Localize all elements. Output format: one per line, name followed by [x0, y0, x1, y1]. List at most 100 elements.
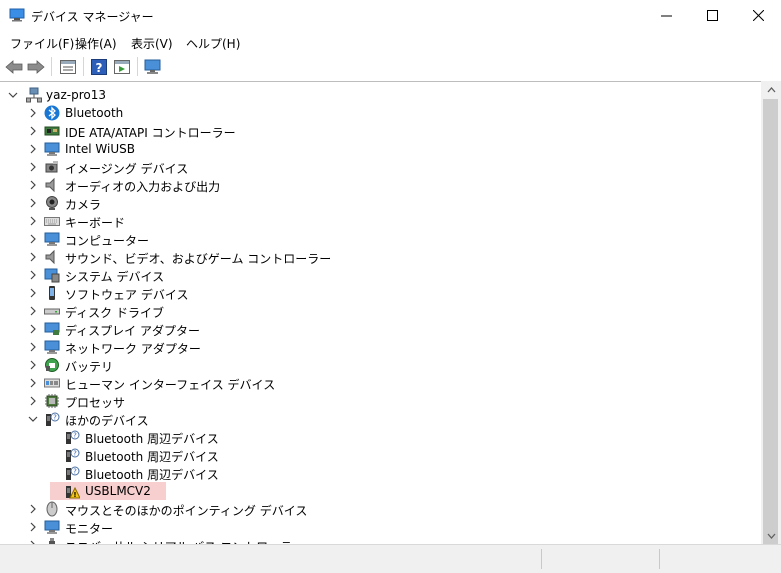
category-item[interactable]: モニター: [0, 518, 760, 536]
back-arrow-icon: [5, 59, 23, 74]
category-item[interactable]: ソフトウェア デバイス: [0, 284, 760, 302]
tree-item-label: ソフトウェア デバイス: [65, 288, 189, 302]
battery-icon: [45, 358, 59, 372]
category-item[interactable]: システム デバイス: [0, 266, 760, 284]
processor-icon: [45, 394, 59, 408]
help-icon: ?: [91, 58, 107, 75]
category-item[interactable]: サウンド、ビデオ、およびゲーム コントローラー: [0, 248, 760, 266]
computer-network-icon: [26, 87, 42, 103]
tree-root-label: yaz-pro13: [46, 88, 106, 102]
svg-text:?: ?: [96, 61, 103, 75]
category-item[interactable]: IDE ATA/ATAPI コントローラー: [0, 122, 760, 140]
menu-action[interactable]: 操作(A): [75, 35, 117, 52]
expand-chevron-icon[interactable]: [26, 502, 40, 516]
scroll-down-button[interactable]: [761, 527, 781, 544]
expand-chevron-icon[interactable]: [26, 286, 40, 300]
expand-chevron-icon[interactable]: [26, 160, 40, 174]
expand-chevron-icon[interactable]: [26, 394, 40, 408]
category-item[interactable]: ? ほかのデバイス: [0, 410, 760, 428]
device-item[interactable]: ? Bluetooth 周辺デバイス: [0, 464, 760, 482]
expand-chevron-icon[interactable]: [26, 178, 40, 192]
help-button[interactable]: ?: [89, 57, 109, 76]
category-item[interactable]: ディスク ドライブ: [0, 302, 760, 320]
category-item[interactable]: マウスとそのほかのポインティング デバイス: [0, 500, 760, 518]
expand-chevron-icon[interactable]: [26, 358, 40, 372]
toolbar-separator: [51, 57, 52, 76]
device-tree[interactable]: yaz-pro13 Bluetooth IDE ATA/ATAPI コントローラー…: [0, 81, 761, 545]
collapse-chevron-icon[interactable]: [26, 412, 40, 426]
svg-text:?: ?: [73, 432, 77, 440]
device-item[interactable]: ? Bluetooth 周辺デバイス: [0, 428, 760, 446]
disk-icon: [44, 308, 60, 315]
update-driver-button[interactable]: [112, 57, 132, 76]
tree-item-label: USBLMCV2: [85, 484, 151, 498]
expand-chevron-icon[interactable]: [26, 142, 40, 156]
expand-chevron-icon[interactable]: [26, 250, 40, 264]
category-item[interactable]: イメージング デバイス: [0, 158, 760, 176]
scan-hardware-button[interactable]: [143, 57, 163, 76]
tree-item-label: システム デバイス: [65, 270, 165, 284]
expand-chevron-icon[interactable]: [26, 340, 40, 354]
expand-chevron-icon[interactable]: [26, 106, 40, 120]
tree-item-label: ほかのデバイス: [65, 414, 149, 428]
tree-item-label: モニター: [65, 522, 114, 536]
expand-chevron-icon[interactable]: [26, 214, 40, 228]
tree-item-label: マウスとそのほかのポインティング デバイス: [65, 504, 308, 518]
device-item[interactable]: ? Bluetooth 周辺デバイス: [0, 446, 760, 464]
svg-text:?: ?: [73, 450, 77, 458]
menu-view[interactable]: 表示(V): [131, 35, 173, 52]
imaging-icon: [45, 161, 58, 173]
menu-file[interactable]: ファイル(F): [10, 35, 74, 52]
category-item[interactable]: ネットワーク アダプター: [0, 338, 760, 356]
tree-root[interactable]: yaz-pro13: [0, 86, 760, 104]
category-item[interactable]: オーディオの入力および出力: [0, 176, 760, 194]
category-item[interactable]: プロセッサ: [0, 392, 760, 410]
category-item[interactable]: ヒューマン インターフェイス デバイス: [0, 374, 760, 392]
window-title: デバイス マネージャー: [31, 10, 154, 24]
menu-help[interactable]: ヘルプ(H): [186, 35, 240, 52]
hid-icon: [44, 378, 60, 388]
expand-chevron-icon[interactable]: [26, 232, 40, 246]
close-button[interactable]: [735, 0, 781, 31]
tree-item-label: プロセッサ: [65, 396, 126, 410]
expand-chevron-icon[interactable]: [26, 322, 40, 336]
category-item[interactable]: コンピューター: [0, 230, 760, 248]
monitor-icon: [44, 520, 60, 534]
device-manager-app-icon: [9, 8, 25, 22]
forward-button[interactable]: [26, 57, 46, 76]
collapse-chevron-icon[interactable]: [6, 88, 20, 102]
category-item[interactable]: ディスプレイ アダプター: [0, 320, 760, 338]
expand-chevron-icon[interactable]: [26, 304, 40, 318]
category-item[interactable]: バッテリ: [0, 356, 760, 374]
status-bar: [0, 544, 781, 573]
expand-chevron-icon[interactable]: [26, 124, 40, 138]
status-separator: [541, 549, 542, 569]
device-item[interactable]: ! USBLMCV2: [0, 482, 760, 500]
expand-chevron-icon[interactable]: [26, 196, 40, 210]
ide-controller-icon: [44, 126, 60, 136]
display-adapter-icon: [44, 322, 60, 335]
category-item[interactable]: Bluetooth: [0, 104, 760, 122]
expand-chevron-icon[interactable]: [26, 376, 40, 390]
svg-text:?: ?: [53, 414, 57, 422]
minimize-button[interactable]: [643, 0, 689, 31]
system-icon: [44, 268, 60, 283]
category-item[interactable]: カメラ: [0, 194, 760, 212]
scroll-up-button[interactable]: [761, 81, 781, 98]
tree-item-label: Bluetooth: [65, 106, 124, 120]
forward-arrow-icon: [27, 59, 45, 74]
tree-item-label: コンピューター: [65, 234, 150, 248]
category-item[interactable]: Intel WiUSB: [0, 140, 760, 158]
back-button[interactable]: [4, 57, 24, 76]
tree-item-label: カメラ: [65, 198, 102, 212]
minimize-icon: [660, 15, 672, 17]
expand-chevron-icon[interactable]: [26, 268, 40, 282]
expand-chevron-icon[interactable]: [26, 520, 40, 534]
vertical-scrollbar[interactable]: [761, 81, 781, 549]
category-item[interactable]: キーボード: [0, 212, 760, 230]
unknown-device-icon: ?: [66, 430, 80, 444]
scrollbar-thumb[interactable]: [763, 99, 778, 549]
tree-item-label: キーボード: [65, 216, 126, 230]
maximize-button[interactable]: [689, 0, 735, 31]
properties-button[interactable]: [58, 57, 78, 76]
